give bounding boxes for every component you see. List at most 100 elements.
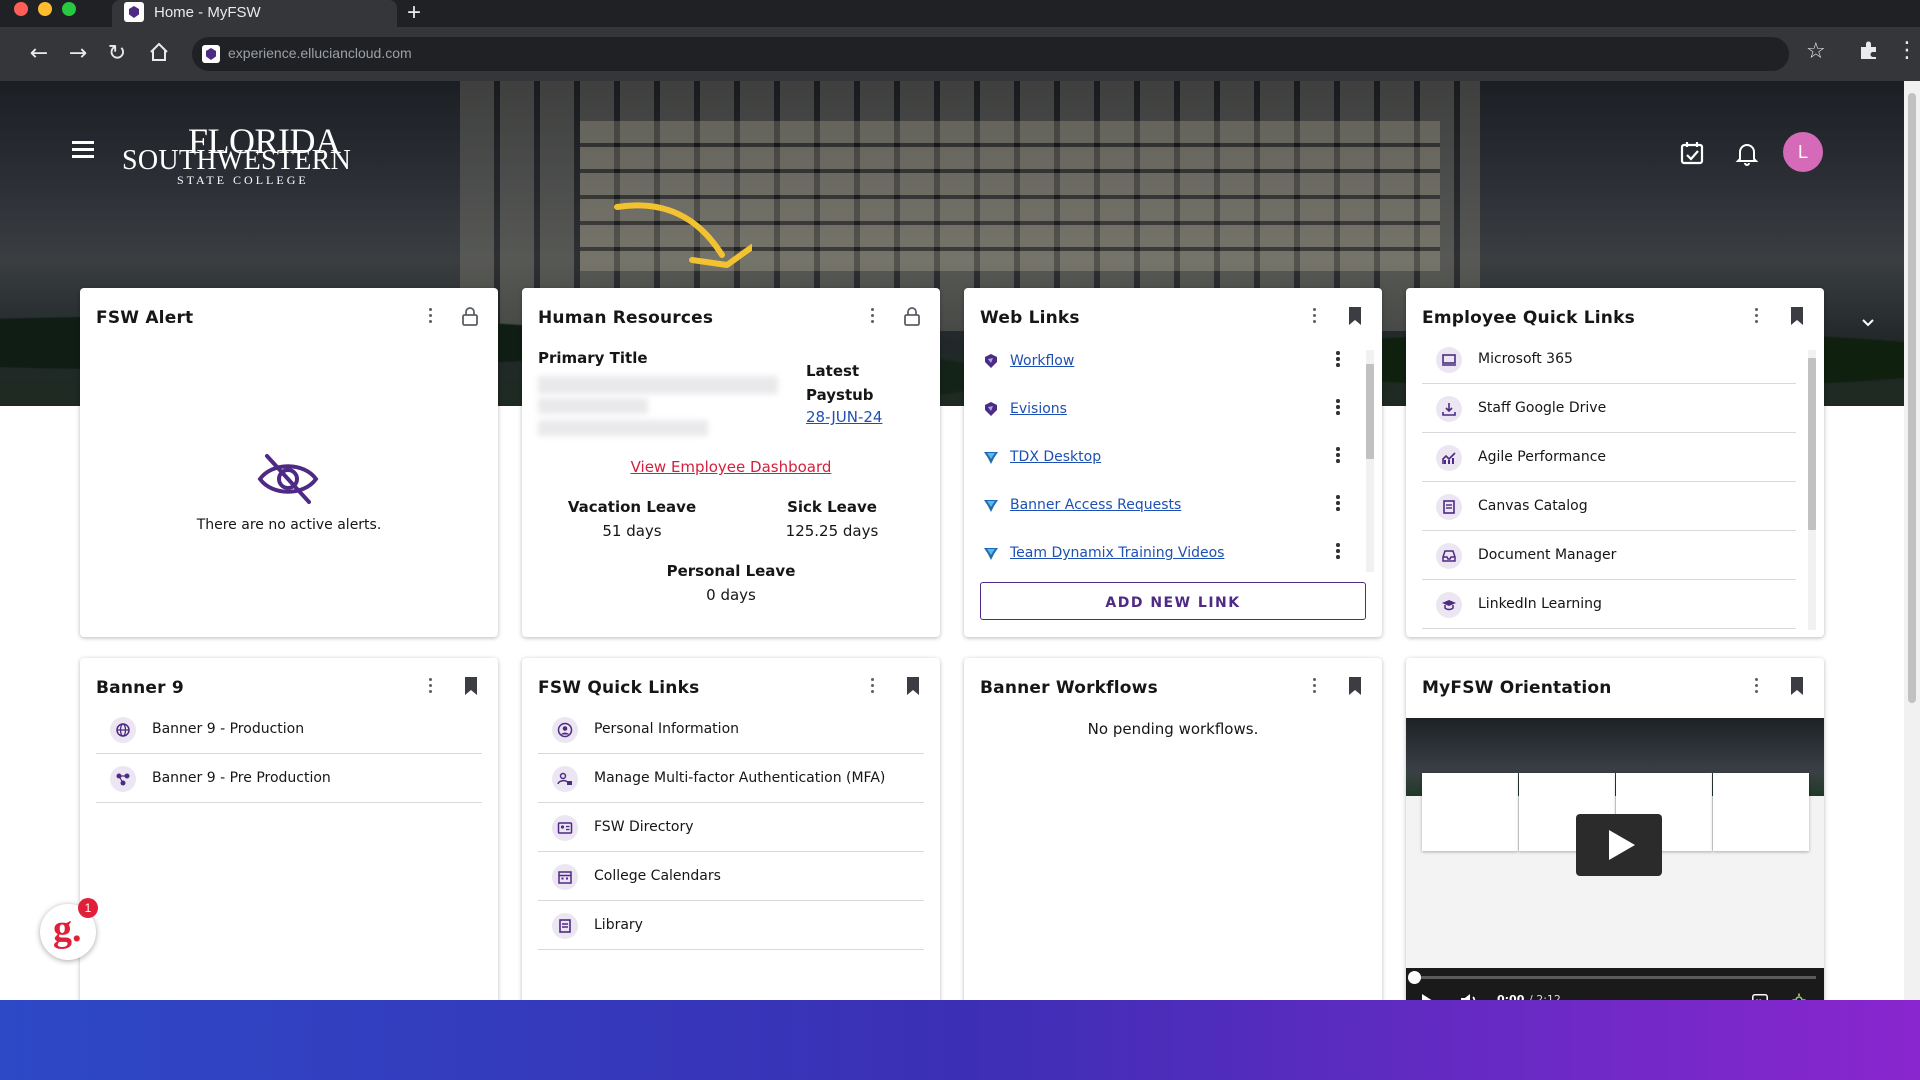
scrollbar-thumb[interactable] (1808, 358, 1816, 530)
primary-title-label: Primary Title (538, 349, 648, 367)
quick-link-item[interactable]: Canvas Catalog (1422, 482, 1796, 531)
web-link-item[interactable]: Workflow (980, 338, 1360, 386)
video-play-button[interactable] (1576, 814, 1662, 876)
graduation-cap-icon (1436, 592, 1462, 618)
maximize-window-button[interactable] (62, 2, 76, 16)
banner-link-item[interactable]: Banner 9 - Production (96, 705, 482, 754)
bookmark-icon[interactable] (904, 676, 922, 696)
web-link-label[interactable]: Workflow (1010, 353, 1074, 369)
redacted-title (538, 398, 648, 414)
card-menu-icon[interactable] (1753, 678, 1761, 696)
quick-link-item[interactable]: College Calendars (538, 852, 924, 901)
cloud-drive-icon (1436, 396, 1462, 422)
card-menu-icon[interactable] (427, 678, 435, 696)
orientation-video-player[interactable]: 0:00 / 2:12 cc (1406, 718, 1824, 1018)
page-scrollbar-thumb[interactable] (1908, 93, 1916, 703)
lock-icon[interactable] (461, 306, 479, 326)
forward-arrow-icon[interactable]: → (65, 41, 91, 67)
tab-title: Home - MyFSW (154, 4, 261, 21)
site-favicon-icon (202, 45, 220, 63)
card-menu-icon[interactable] (869, 308, 877, 326)
bottom-gradient-bar (0, 1000, 1920, 1080)
new-tab-button[interactable]: + (407, 0, 421, 27)
web-link-item[interactable]: Team Dynamix Training Videos (980, 530, 1360, 570)
web-link-item[interactable]: TDX Desktop (980, 434, 1360, 482)
quick-link-item[interactable]: Agile Performance (1422, 433, 1796, 482)
reload-icon[interactable]: ↻ (104, 41, 130, 67)
link-menu-icon[interactable] (1334, 543, 1342, 561)
quick-link-item[interactable]: Microsoft 365 (1422, 335, 1796, 384)
link-menu-icon[interactable] (1334, 447, 1342, 465)
minimize-window-button[interactable] (38, 2, 52, 16)
globe-icon (110, 717, 136, 743)
add-new-link-label: ADD NEW LINK (1105, 595, 1241, 611)
bookmark-icon[interactable] (1346, 676, 1364, 696)
page-scrollbar[interactable] (1904, 81, 1920, 1000)
quick-links-scrollbar[interactable] (1808, 350, 1816, 630)
scrollbar-thumb[interactable] (1366, 364, 1374, 459)
web-link-item[interactable]: Banner Access Requests (980, 482, 1360, 530)
fsw-alert-card: FSW Alert There are no active alerts. (80, 288, 498, 637)
view-employee-dashboard-link[interactable]: View Employee Dashboard (522, 458, 940, 476)
link-menu-icon[interactable] (1334, 351, 1342, 369)
web-link-label[interactable]: Team Dynamix Training Videos (1010, 545, 1224, 561)
guide-widget-button[interactable]: g. 1 (40, 898, 98, 960)
quick-link-item[interactable]: Manage Multi-factor Authentication (MFA) (538, 754, 924, 803)
chevron-down-icon[interactable] (1861, 318, 1875, 328)
quick-link-label: Microsoft 365 (1478, 351, 1573, 367)
card-menu-icon[interactable] (869, 678, 877, 696)
quick-link-item[interactable]: Document Manager (1422, 531, 1796, 580)
quick-link-item[interactable]: Library (538, 901, 924, 950)
network-icon (110, 766, 136, 792)
id-card-icon (552, 815, 578, 841)
web-link-label[interactable]: Evisions (1010, 401, 1067, 417)
link-menu-icon[interactable] (1334, 399, 1342, 417)
card-title: Web Links (980, 308, 1080, 328)
user-avatar[interactable]: L (1783, 132, 1823, 172)
web-links-scrollbar[interactable] (1366, 350, 1374, 572)
orientation-card: MyFSW Orientation 0:00 / 2:12 cc (1406, 658, 1824, 1018)
video-progress-track[interactable] (1408, 971, 1816, 984)
bookmark-icon[interactable] (1788, 306, 1806, 326)
notification-bell-icon[interactable] (1734, 140, 1760, 166)
back-arrow-icon[interactable]: ← (26, 41, 52, 67)
card-title: FSW Quick Links (538, 678, 700, 698)
quick-link-item[interactable]: Staff Google Drive (1422, 384, 1796, 433)
home-icon[interactable] (146, 41, 172, 67)
card-menu-icon[interactable] (427, 308, 435, 326)
web-link-label[interactable]: TDX Desktop (1010, 449, 1101, 465)
quick-link-item[interactable]: Personal Information (538, 705, 924, 754)
close-window-button[interactable] (14, 2, 28, 16)
bookmark-icon[interactable] (1788, 676, 1806, 696)
add-new-link-button[interactable]: ADD NEW LINK (980, 582, 1366, 620)
browser-tab[interactable]: Home - MyFSW (112, 0, 397, 27)
chart-icon (1436, 445, 1462, 471)
shield-logo-icon (985, 402, 997, 416)
lock-icon[interactable] (903, 306, 921, 326)
card-menu-icon[interactable] (1753, 308, 1761, 326)
calendar-check-icon[interactable] (1679, 140, 1705, 166)
card-menu-icon[interactable] (1311, 308, 1319, 326)
web-link-item[interactable]: Evisions (980, 386, 1360, 434)
bookmark-icon[interactable] (1346, 306, 1364, 326)
web-link-label[interactable]: Banner Access Requests (1010, 497, 1181, 513)
bookmark-icon[interactable] (462, 676, 480, 696)
play-icon (1609, 830, 1635, 860)
latest-paystub-date-link[interactable]: 28-JUN-24 (806, 408, 882, 426)
video-progress-handle[interactable] (1408, 971, 1421, 984)
link-menu-icon[interactable] (1334, 495, 1342, 513)
quick-link-item[interactable]: LinkedIn Learning (1422, 580, 1796, 629)
browser-menu-icon[interactable]: ⋮ (1896, 38, 1918, 63)
latest-paystub-label: Latest Paystub (806, 362, 874, 404)
banner-link-item[interactable]: Banner 9 - Pre Production (96, 754, 482, 803)
hamburger-menu-icon[interactable] (72, 141, 94, 159)
card-title: Banner 9 (96, 678, 184, 698)
card-title: Banner Workflows (980, 678, 1158, 698)
extensions-puzzle-icon[interactable] (1858, 39, 1880, 61)
card-menu-icon[interactable] (1311, 678, 1319, 696)
quick-link-label: Library (594, 917, 643, 933)
quick-link-item[interactable]: FSW Directory (538, 803, 924, 852)
address-bar[interactable]: experience.elluciancloud.com (192, 37, 1789, 71)
quick-link-label: Manage Multi-factor Authentication (MFA) (594, 770, 886, 786)
bookmark-star-icon[interactable]: ☆ (1806, 39, 1826, 64)
